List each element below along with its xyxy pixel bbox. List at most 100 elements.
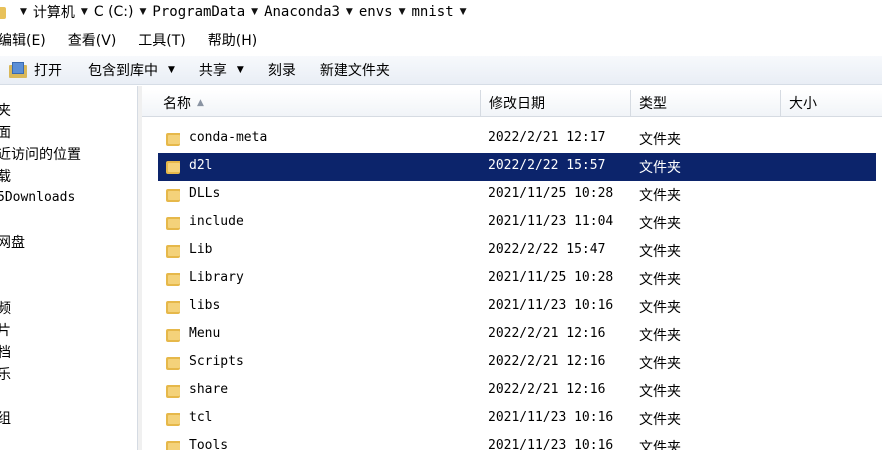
menu-view[interactable]: 查看(V)	[68, 30, 117, 50]
nav-item-pictures[interactable]: 片	[0, 320, 11, 340]
share-button[interactable]: 共享 ▼	[199, 60, 244, 80]
nav-item-desktop[interactable]: 面	[0, 122, 11, 142]
file-name: Library	[189, 270, 244, 285]
breadcrumb-mnist[interactable]: mnist	[411, 4, 453, 20]
nav-pane-splitter[interactable]	[138, 86, 142, 450]
menu-tools[interactable]: 工具(T)	[138, 30, 185, 50]
nav-item-videos[interactable]: 频	[0, 298, 11, 318]
file-name: conda-meta	[189, 130, 268, 145]
column-header: 名称 ▲ 修改日期 类型 大小	[142, 90, 882, 117]
file-row[interactable]: Library 2021/11/25 10:28 文件夹	[158, 265, 876, 293]
burn-label: 刻录	[267, 63, 296, 79]
chevron-down-icon[interactable]: ▼	[399, 7, 406, 17]
command-toolbar: 打开 包含到库中 ▼ 共享 ▼ 刻录 新建文件夹	[0, 56, 882, 85]
new-folder-button[interactable]: 新建文件夹	[320, 60, 390, 80]
file-modified: 2021/11/23 10:16	[488, 298, 614, 313]
file-type: 文件夹	[639, 356, 681, 372]
folder-icon	[166, 300, 180, 314]
file-type: 文件夹	[639, 244, 681, 260]
nav-item-homegroup[interactable]: 组	[0, 408, 11, 428]
file-modified: 2022/2/22 15:57	[488, 158, 606, 173]
column-header-name[interactable]: 名称 ▲	[142, 90, 481, 116]
folder-icon	[166, 272, 180, 286]
column-header-size[interactable]: 大小	[781, 90, 882, 116]
chevron-down-icon[interactable]: ▼	[346, 7, 353, 17]
file-modified: 2022/2/22 15:47	[488, 242, 606, 257]
file-type: 文件夹	[639, 188, 681, 204]
navigation-pane: 夹 面 近访问的位置 载 5Downloads 网盘 频 片 档 乐 组	[0, 86, 138, 450]
nav-item-documents[interactable]: 档	[0, 342, 11, 362]
chevron-down-icon[interactable]: ▼	[20, 7, 27, 17]
file-name: Menu	[189, 326, 221, 341]
column-header-modified[interactable]: 修改日期	[481, 90, 631, 116]
folder-icon	[166, 384, 180, 398]
chevron-down-icon: ▼	[168, 65, 175, 75]
file-row[interactable]: Lib 2022/2/22 15:47 文件夹	[158, 237, 876, 265]
file-name: Tools	[189, 438, 229, 450]
menu-help[interactable]: 帮助(H)	[208, 30, 257, 50]
folder-icon	[166, 440, 180, 450]
address-bar[interactable]: ▼ 计算机 ▼ C (C:) ▼ ProgramData ▼ Anaconda3…	[0, 0, 882, 24]
file-row[interactable]: DLLs 2021/11/25 10:28 文件夹	[158, 181, 876, 209]
chevron-down-icon[interactable]: ▼	[251, 7, 258, 17]
open-label: 打开	[34, 63, 62, 79]
breadcrumb-c-drive[interactable]: C (C:)	[94, 4, 134, 20]
file-row[interactable]: Scripts 2022/2/21 12:16 文件夹	[158, 349, 876, 377]
chevron-down-icon[interactable]: ▼	[460, 7, 467, 17]
column-type-label: 类型	[639, 96, 667, 112]
file-type: 文件夹	[639, 272, 681, 288]
file-type: 文件夹	[639, 384, 681, 400]
folder-icon	[166, 160, 180, 174]
file-type: 文件夹	[639, 412, 681, 428]
file-name: d2l	[189, 158, 213, 173]
file-row[interactable]: tcl 2021/11/23 10:16 文件夹	[158, 405, 876, 433]
file-row[interactable]: conda-meta 2022/2/21 12:17 文件夹	[158, 125, 876, 153]
column-modified-label: 修改日期	[489, 96, 545, 112]
burn-button[interactable]: 刻录	[268, 60, 296, 80]
file-modified: 2021/11/23 10:16	[488, 438, 614, 450]
file-type: 文件夹	[639, 300, 681, 316]
file-type: 文件夹	[639, 132, 681, 148]
file-row[interactable]: share 2022/2/21 12:16 文件夹	[158, 377, 876, 405]
column-name-label: 名称	[163, 96, 191, 112]
nav-item-115downloads[interactable]: 5Downloads	[0, 190, 75, 205]
file-type: 文件夹	[639, 160, 681, 176]
breadcrumb-envs[interactable]: envs	[359, 4, 393, 20]
file-type: 文件夹	[639, 328, 681, 344]
file-row[interactable]: libs 2021/11/23 10:16 文件夹	[158, 293, 876, 321]
include-in-library-button[interactable]: 包含到库中 ▼	[88, 60, 175, 80]
nav-item-downloads[interactable]: 载	[0, 166, 11, 186]
chevron-down-icon: ▼	[236, 65, 244, 75]
nav-item-netdisk[interactable]: 网盘	[0, 232, 25, 252]
file-modified: 2021/11/25 10:28	[488, 270, 614, 285]
file-row[interactable]: Menu 2022/2/21 12:16 文件夹	[158, 321, 876, 349]
breadcrumb-anaconda3[interactable]: Anaconda3	[264, 4, 340, 20]
folder-icon	[166, 356, 180, 370]
file-modified: 2021/11/25 10:28	[488, 186, 614, 201]
nav-item-recent-places[interactable]: 近访问的位置	[0, 144, 81, 164]
nav-item-favorites[interactable]: 夹	[0, 100, 11, 120]
folder-icon	[166, 412, 180, 426]
column-header-type[interactable]: 类型	[631, 90, 781, 116]
folder-icon	[166, 216, 180, 230]
folder-icon	[166, 188, 180, 202]
breadcrumb-computer[interactable]: 计算机	[33, 2, 75, 22]
file-row-selected[interactable]: d2l 2022/2/22 15:57 文件夹	[158, 153, 876, 181]
menu-edit[interactable]: 编辑(E)	[0, 30, 46, 50]
file-type: 文件夹	[639, 440, 681, 450]
file-name: libs	[189, 298, 221, 313]
file-row[interactable]: include 2021/11/23 11:04 文件夹	[158, 209, 876, 237]
chevron-down-icon[interactable]: ▼	[81, 7, 88, 17]
new-folder-label: 新建文件夹	[319, 63, 390, 79]
file-name: include	[189, 214, 244, 229]
menu-bar: 编辑(E) 查看(V) 工具(T) 帮助(H)	[0, 28, 279, 52]
file-type: 文件夹	[639, 216, 681, 232]
file-name: Lib	[189, 242, 213, 257]
file-row[interactable]: Tools 2021/11/23 10:16 文件夹	[158, 433, 876, 450]
nav-item-music[interactable]: 乐	[0, 364, 11, 384]
open-button[interactable]: 打开	[0, 60, 62, 80]
folder-icon	[166, 328, 180, 342]
chevron-down-icon[interactable]: ▼	[140, 7, 147, 17]
folder-icon	[0, 5, 6, 19]
breadcrumb-programdata[interactable]: ProgramData	[152, 4, 245, 20]
